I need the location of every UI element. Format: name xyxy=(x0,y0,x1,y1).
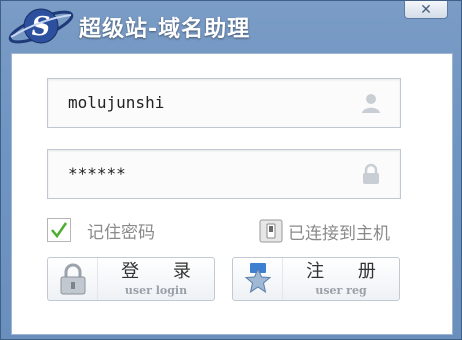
star-badge-icon xyxy=(233,258,283,300)
switch-icon xyxy=(259,219,283,243)
remember-label: 记住密码 xyxy=(87,222,155,243)
login-panel: molujunshi ****** 记住密码 已连接到主机 登 录 user l… xyxy=(11,53,453,335)
title-bar[interactable]: S 超级站-域名助理 ✕ xyxy=(1,1,461,47)
connection-status-label: 已连接到主机 xyxy=(288,223,390,244)
svg-text:S: S xyxy=(32,12,51,42)
window-title: 超级站-域名助理 xyxy=(79,17,251,42)
register-button-label: 注 册 xyxy=(306,260,390,282)
check-icon xyxy=(51,222,68,239)
register-button-sublabel: user reg xyxy=(315,283,367,297)
login-window: S 超级站-域名助理 ✕ molujunshi ****** 记住密码 已连接到… xyxy=(0,0,462,340)
password-field[interactable]: ****** xyxy=(47,149,401,199)
login-button-label: 登 录 xyxy=(121,260,205,282)
username-value: molujunshi xyxy=(68,93,165,112)
password-value: ****** xyxy=(68,164,126,183)
remember-password[interactable]: 记住密码 xyxy=(47,216,155,244)
login-button[interactable]: 登 录 user login xyxy=(47,257,215,301)
close-button[interactable]: ✕ xyxy=(404,1,448,19)
saturn-s-logo-icon: S xyxy=(8,8,74,44)
username-field[interactable]: molujunshi xyxy=(47,78,401,128)
connection-status: 已连接到主机 xyxy=(258,217,390,245)
padlock-icon xyxy=(48,258,98,300)
lock-icon xyxy=(363,163,379,184)
close-icon: ✕ xyxy=(420,1,432,18)
login-button-sublabel: user login xyxy=(124,283,188,297)
register-button[interactable]: 注 册 user reg xyxy=(232,257,400,301)
remember-checkbox[interactable] xyxy=(47,218,71,242)
user-icon xyxy=(362,94,380,113)
